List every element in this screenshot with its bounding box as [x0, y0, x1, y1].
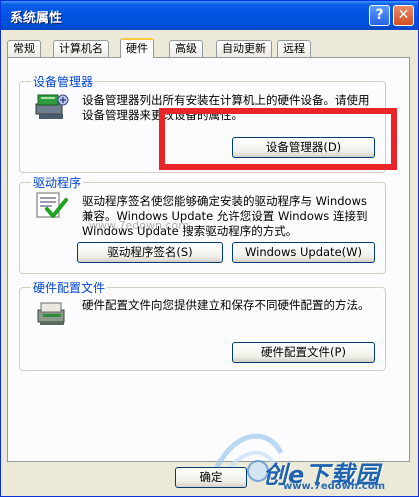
close-button[interactable]: ✕ [393, 5, 414, 26]
watermark-small: www.7edown.com [89, 219, 189, 232]
device-manager-title: 设备管理器 [31, 73, 96, 90]
tab-computer-name[interactable]: 计算机名 [53, 40, 109, 57]
system-properties-window: 系统属性 ? ✕ 常规 计算机名 硬件 高级 自动更新 远程 设备管理器 设备管… [0, 0, 419, 497]
help-button[interactable]: ? [369, 5, 390, 26]
windows-update-button[interactable]: Windows Update(W) [232, 242, 375, 263]
hardware-profiles-description: 硬件配置文件向您提供建立和保存不同硬件配置的方法。 [82, 298, 370, 312]
hardware-profiles-button[interactable]: 硬件配置文件(P) [232, 342, 375, 363]
title-bar[interactable]: 系统属性 ? ✕ [1, 1, 418, 30]
driver-signing-button[interactable]: 驱动程序签名(S) [77, 242, 223, 263]
tab-general[interactable]: 常规 [7, 40, 41, 57]
watermark-site-url: www.7edown.com [283, 481, 386, 492]
device-manager-icon [35, 94, 69, 119]
ok-button[interactable]: 确定 [175, 467, 247, 488]
hardware-profiles-title: 硬件配置文件 [31, 279, 108, 296]
drivers-title: 驱动程序 [31, 174, 84, 191]
hardware-profiles-icon [37, 302, 65, 325]
drivers-description: 驱动程序签名使您能够确定安装的驱动程序与 Windows 兼容。Windows … [82, 194, 368, 238]
tab-remote[interactable]: 远程 [277, 40, 311, 57]
window-title: 系统属性 [10, 11, 63, 26]
tab-hardware[interactable]: 硬件 [120, 38, 154, 58]
annotation-highlight-box [159, 108, 397, 170]
tab-advanced[interactable]: 高级 [169, 40, 203, 57]
tab-automatic-updates[interactable]: 自动更新 [216, 40, 272, 57]
driver-signing-icon [36, 192, 68, 218]
